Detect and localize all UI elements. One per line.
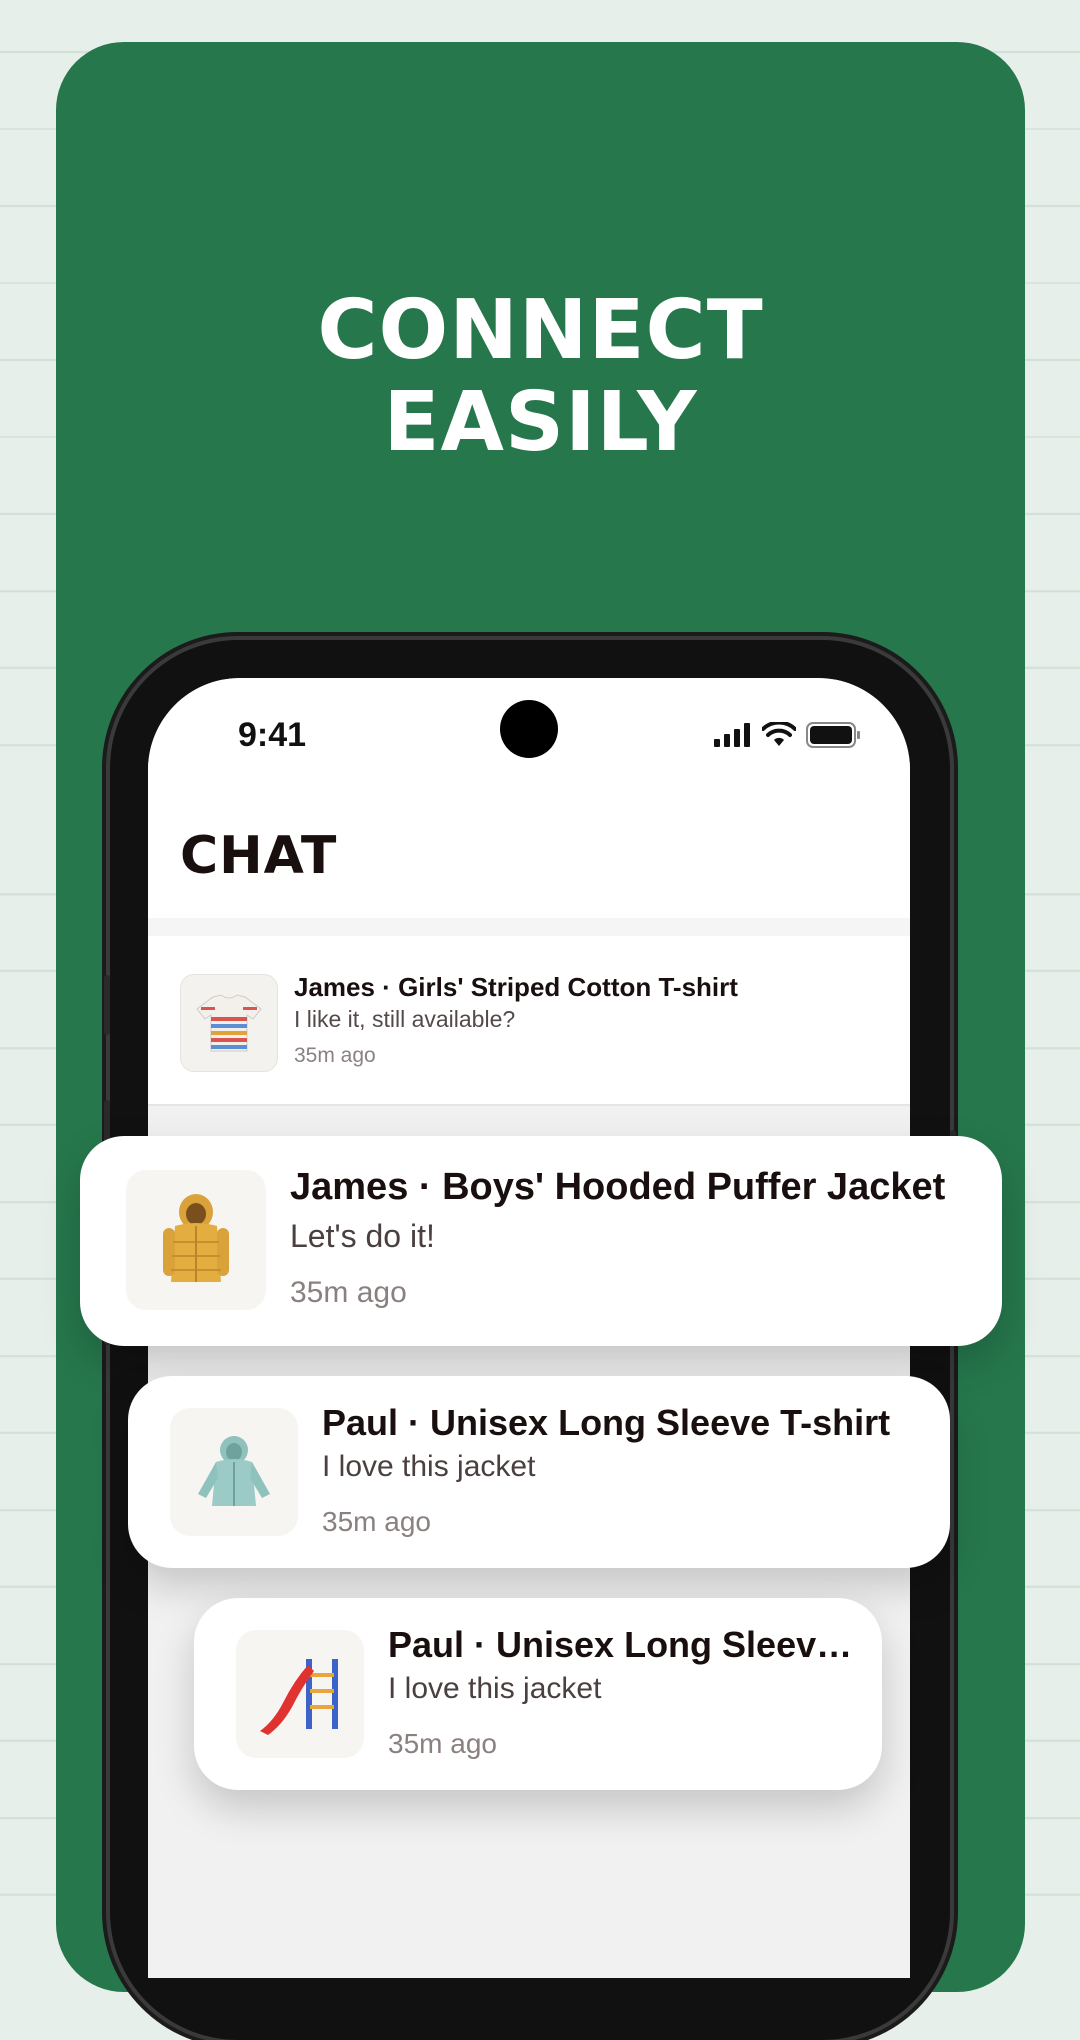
chat-item-message: I love this jacket <box>322 1450 536 1483</box>
status-time: 9:41 <box>238 716 307 754</box>
puffer-jacket-image <box>126 1170 266 1310</box>
page-title: CHAT <box>180 826 338 886</box>
battery-icon <box>806 722 860 748</box>
chat-card[interactable]: James · Boys' Hooded Puffer Jacket Let's… <box>80 1136 1002 1346</box>
chat-item-time: 35m ago <box>388 1728 497 1759</box>
headline: CONNECT EASILY <box>56 285 1025 469</box>
signal-icon <box>714 723 750 747</box>
striped-tshirt-image <box>180 974 278 1072</box>
status-icons <box>714 722 862 748</box>
chat-item-message: Let's do it! <box>290 1218 435 1254</box>
slide-toy-image <box>236 1630 364 1758</box>
wifi-icon <box>762 722 796 746</box>
chat-item-message: I like it, still available? <box>294 1006 516 1032</box>
chat-item-time: 35m ago <box>322 1506 431 1537</box>
chat-item-title: Paul · Unisex Long Sleeve... <box>388 1624 858 1665</box>
headline-line1: CONNECT <box>317 283 764 378</box>
chat-item-message: I love this jacket <box>388 1672 602 1705</box>
chat-card[interactable]: Paul · Unisex Long Sleeve T-shirt I love… <box>128 1376 950 1568</box>
camera-island <box>500 700 558 758</box>
chat-item-title: James · Boys' Hooded Puffer Jacket <box>290 1166 946 1208</box>
side-button <box>104 975 110 1035</box>
chat-card[interactable]: Paul · Unisex Long Sleeve... I love this… <box>194 1598 882 1790</box>
status-bar: 9:41 <box>148 678 910 778</box>
chat-item-time: 35m ago <box>290 1276 407 1309</box>
chat-item-time: 35m ago <box>294 1044 376 1067</box>
rain-jacket-image <box>170 1408 298 1536</box>
chat-list-item[interactable]: James · Girls' Striped Cotton T-shirt I … <box>148 936 910 1106</box>
chat-item-title: Paul · Unisex Long Sleeve T-shirt <box>322 1402 891 1443</box>
headline-line2: EASILY <box>383 375 698 470</box>
chat-item-title: James · Girls' Striped Cotton T-shirt <box>294 972 738 1002</box>
